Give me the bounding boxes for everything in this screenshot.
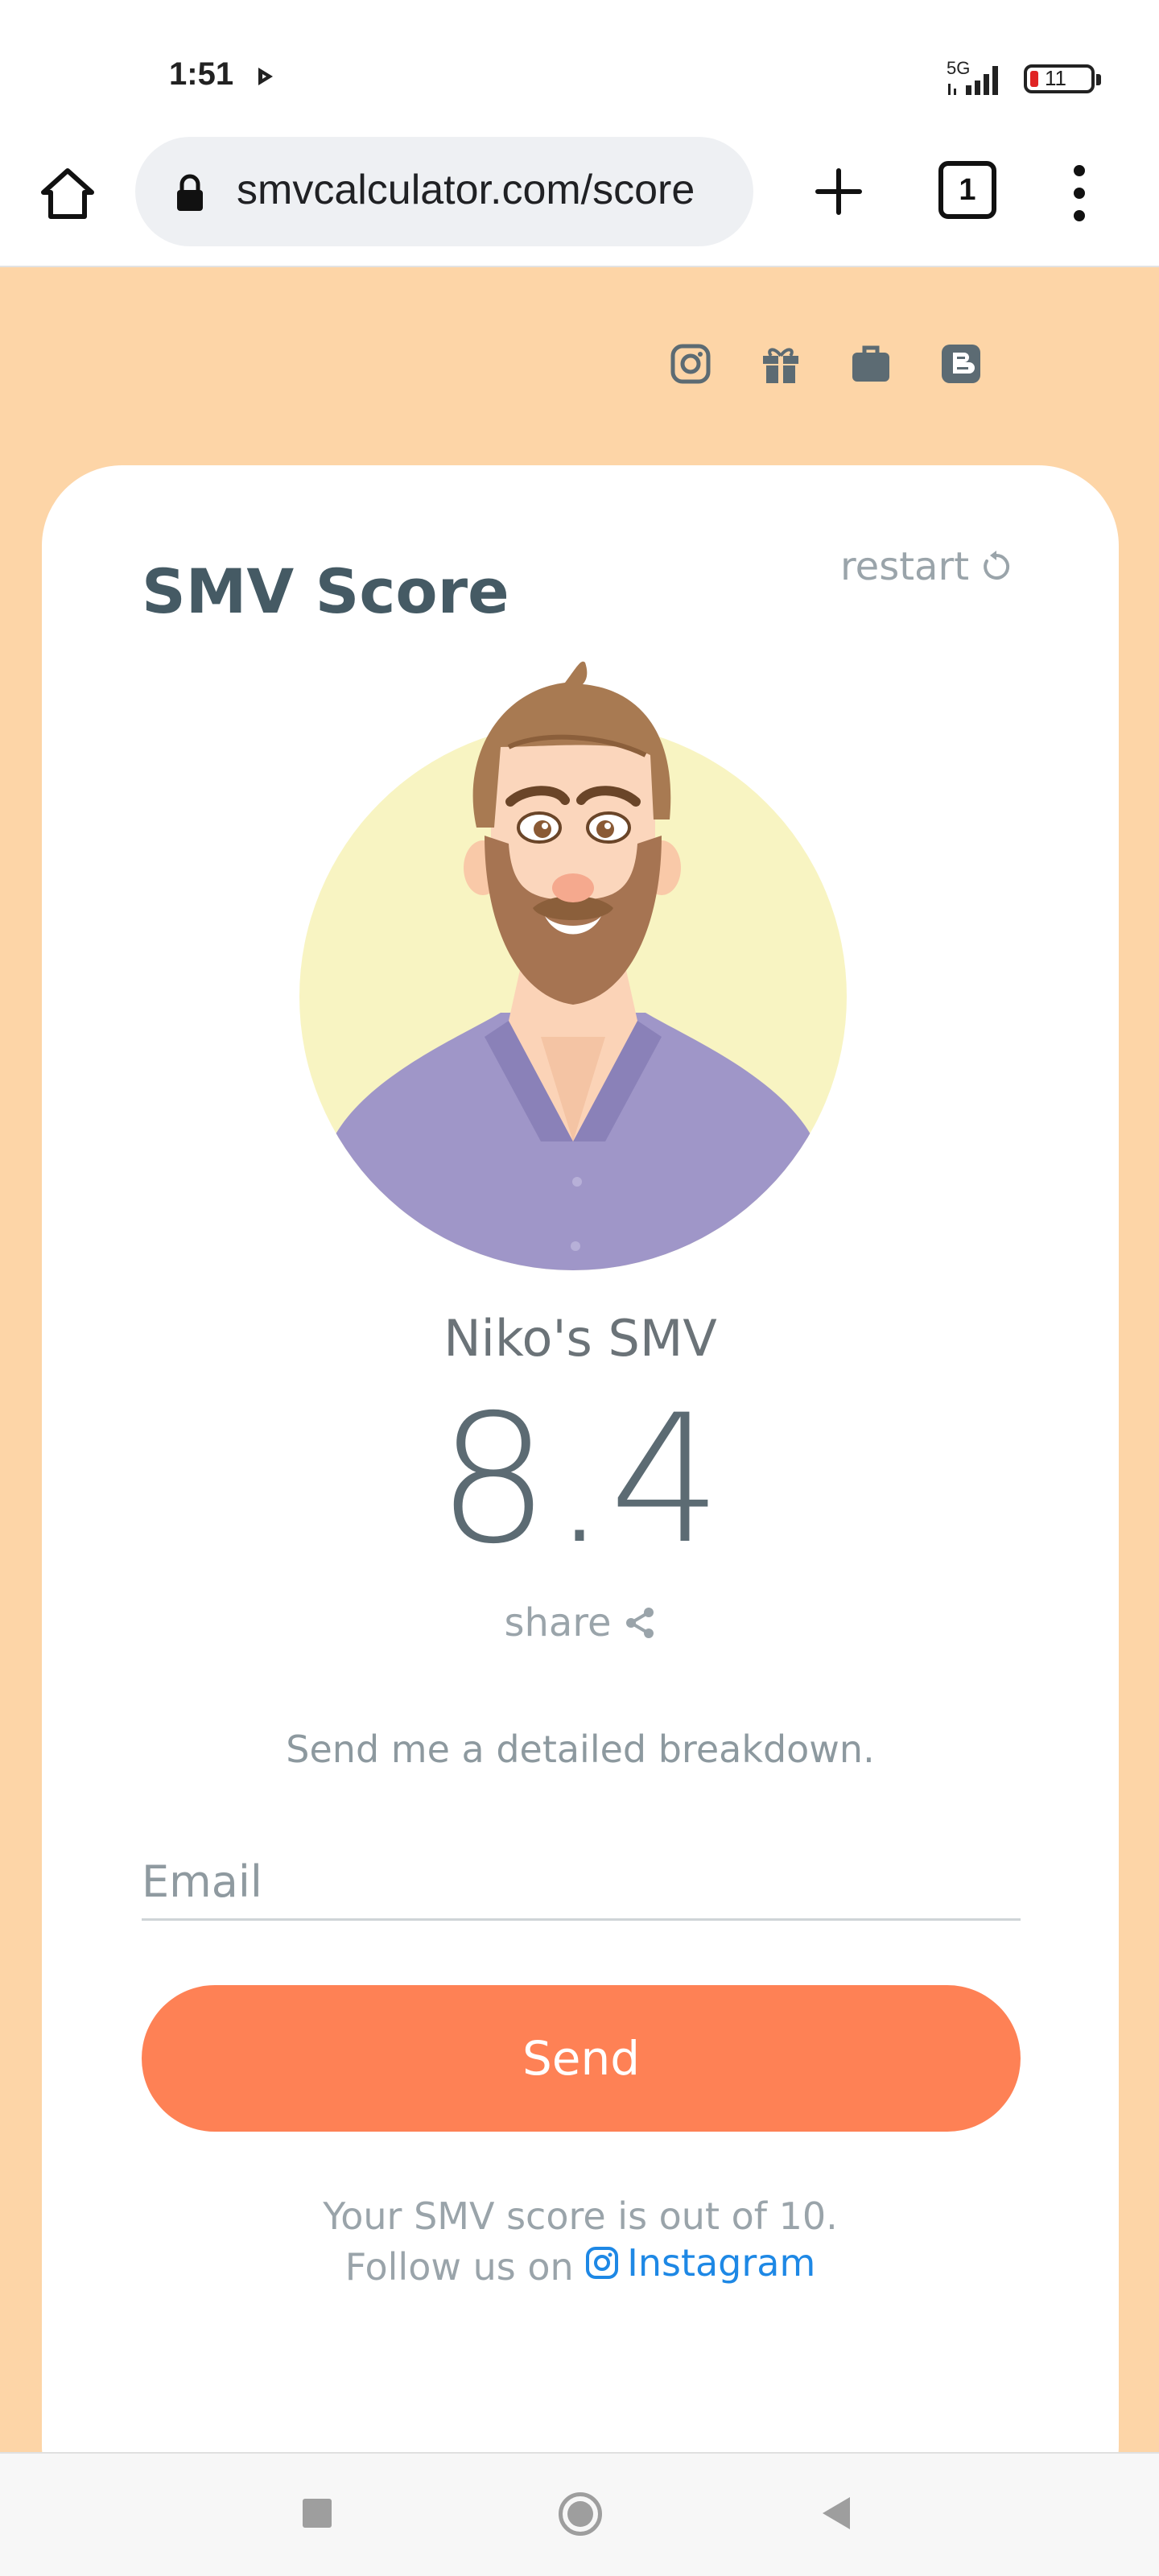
system-nav-bar: [0, 2452, 1159, 2576]
smv-score-value: 8.4: [437, 1377, 724, 1583]
signal-strength-icon: [948, 66, 998, 95]
share-icon: [625, 1608, 654, 1638]
gift-icon[interactable]: [758, 341, 803, 386]
instagram-link-icon: [586, 2247, 619, 2279]
status-bar: 1:51 5G 11: [0, 0, 1159, 137]
play-store-icon: [258, 68, 273, 85]
address-bar[interactable]: smvcalculator.com/score: [135, 137, 753, 246]
restart-label: restart: [840, 544, 970, 589]
smv-score-card: SMV Score restart Niko's SMV 8.4 share S…: [42, 465, 1119, 2452]
url-text[interactable]: smvcalculator.com/score: [237, 166, 740, 214]
battery-level: 11: [1045, 66, 1066, 90]
email-input[interactable]: [142, 1845, 1021, 1921]
browser-menu-button[interactable]: [1059, 159, 1099, 227]
footer-text: Your SMV score is out of 10. Follow us o…: [42, 2193, 1119, 2290]
tab-switcher-button[interactable]: 1: [938, 161, 996, 219]
restart-button[interactable]: restart: [840, 544, 1013, 589]
score-scale-note: Your SMV score is out of 10.: [323, 2194, 838, 2238]
blogger-icon[interactable]: [938, 341, 984, 386]
restart-icon: [984, 551, 1010, 580]
follow-line: Follow us on Instagram: [42, 2240, 1119, 2290]
instagram-icon[interactable]: [668, 341, 713, 386]
share-label: share: [504, 1600, 612, 1645]
send-button[interactable]: Send: [142, 1985, 1021, 2132]
menu-dot: [1074, 165, 1085, 176]
card-title: SMV Score: [142, 555, 509, 627]
avatar-illustration: [299, 661, 847, 1270]
plus-icon: [815, 168, 862, 215]
lock-icon: [177, 174, 203, 211]
status-time: 1:51: [169, 56, 234, 92]
browser-toolbar: smvcalculator.com/score 1: [0, 137, 1159, 267]
breakdown-prompt: Send me a detailed breakdown.: [286, 1728, 875, 1771]
instagram-link[interactable]: Instagram: [585, 2240, 815, 2286]
menu-dot: [1074, 210, 1085, 221]
page-content: SMV Score restart Niko's SMV 8.4 share S…: [0, 267, 1159, 2452]
menu-dot: [1074, 188, 1085, 199]
share-button[interactable]: share: [42, 1600, 1119, 1645]
new-tab-button[interactable]: [805, 158, 872, 225]
home-nav-button[interactable]: [559, 2492, 602, 2536]
recents-button[interactable]: [303, 2499, 332, 2528]
follow-prefix: Follow us on: [344, 2245, 574, 2289]
browser-home-button[interactable]: [35, 161, 100, 225]
battery-icon: 11: [1024, 64, 1101, 93]
home-icon: [41, 168, 94, 219]
user-smv-label: Niko's SMV: [443, 1309, 717, 1368]
briefcase-icon[interactable]: [848, 341, 893, 386]
instagram-link-label[interactable]: Instagram: [627, 2240, 815, 2286]
back-button[interactable]: [823, 2497, 850, 2529]
